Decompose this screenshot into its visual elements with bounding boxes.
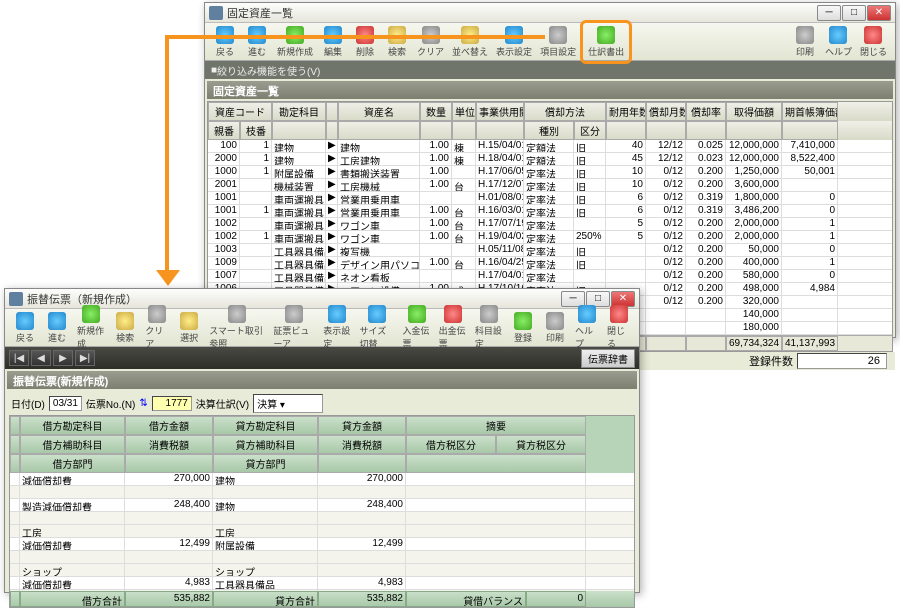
- table-row[interactable]: 1001建物▶建物1.00棟H.15/04/01定額法旧4012/120.025…: [208, 140, 892, 153]
- titlebar: 固定資産一覧 ─ □ ✕: [205, 3, 895, 23]
- table-row[interactable]: 工房工房: [10, 525, 634, 538]
- table-row[interactable]: 1007工具器具備品▶ネオン看板H.17/04/01定率法0/120.20058…: [208, 270, 892, 283]
- register-button[interactable]: 登録: [507, 310, 539, 346]
- table-row[interactable]: 10001附属設備▶書類搬送装置1.00H.17/06/05定率法旧100/12…: [208, 166, 892, 179]
- sort-button[interactable]: 並べ替え: [448, 24, 492, 60]
- table-row[interactable]: 製造減価償却費248,400建物248,400: [10, 499, 634, 512]
- panel-header: 固定資産一覧: [207, 81, 893, 99]
- print-button[interactable]: 印刷: [789, 24, 821, 60]
- app-icon: [9, 292, 23, 306]
- status-label: 登録件数: [749, 353, 793, 369]
- items-button[interactable]: 項目設定: [536, 24, 580, 60]
- display-button[interactable]: 表示設定: [492, 24, 536, 60]
- close-button-tb[interactable]: 閉じる: [603, 303, 635, 352]
- search-button[interactable]: 検索: [109, 310, 141, 346]
- back-button[interactable]: 戻る: [9, 310, 41, 346]
- search-button[interactable]: 検索: [381, 24, 413, 60]
- grid-header: 資産コード 勘定科目 資産名 数量 単位 事業供用開始日 償却方法 耐用年数 償…: [208, 102, 892, 121]
- panel-header: 振替伝票(新規作成): [7, 371, 637, 389]
- forward-button[interactable]: 進む: [41, 310, 73, 346]
- app-icon: [209, 6, 223, 20]
- toolbar: 戻る 進む 新規作成 編集 削除 検索 クリア 並べ替え 表示設定 項目設定 仕…: [205, 23, 895, 61]
- grid-header-2: 借方補助科目 消費税額 貸方補助科目 消費税額 借方税区分 貸方税区分: [10, 435, 634, 454]
- help-button[interactable]: ヘルプ: [571, 303, 603, 352]
- filter-bar[interactable]: ■ 絞り込み機能を使う(V): [205, 61, 895, 79]
- table-row[interactable]: 1003工具器具備品▶複写機H.05/11/08定率法旧0/120.20050,…: [208, 244, 892, 257]
- date-field[interactable]: 03/31: [49, 396, 82, 411]
- table-row[interactable]: 1009工具器具備品▶デザイン用パソコン1.00台H.16/04/25定率法旧0…: [208, 257, 892, 270]
- display-button[interactable]: 表示設定: [319, 303, 355, 352]
- arrow-head-icon: [156, 270, 180, 286]
- grid-header-2: 親番 枝番 種別 区分: [208, 121, 892, 140]
- journal-window: 振替伝票（新規作成） ─ □ ✕ 戻る 進む 新規作成 検索 クリア 選択 スマ…: [4, 288, 640, 593]
- back-button[interactable]: 戻る: [209, 24, 241, 60]
- close-button-tb[interactable]: 閉じる: [856, 24, 891, 60]
- print-button[interactable]: 印刷: [539, 310, 571, 346]
- table-row[interactable]: 減価償却費12,499附属設備12,499: [10, 538, 634, 551]
- grid-body[interactable]: 減価償却費270,000建物270,000 製造減価償却費248,400建物248…: [10, 473, 634, 591]
- new-button[interactable]: 新規作成: [73, 303, 109, 352]
- delete-button[interactable]: 削除: [349, 24, 381, 60]
- cashout-button[interactable]: 出金伝票: [435, 303, 471, 352]
- help-button[interactable]: ヘルプ: [821, 24, 856, 60]
- table-row[interactable]: 減価償却費4,983工具器具備品4,983: [10, 577, 634, 590]
- grid-header-3: 借方部門 貸方部門: [10, 454, 634, 473]
- forward-button[interactable]: 進む: [241, 24, 273, 60]
- size-button[interactable]: サイズ切替: [355, 303, 398, 352]
- table-row[interactable]: 1001車両運搬具▶営業用乗用車H.01/08/01定率法旧60/120.319…: [208, 192, 892, 205]
- table-row[interactable]: 2001機械装置▶工房機械1.00台H.17/12/07定率法旧100/120.…: [208, 179, 892, 192]
- edit-button[interactable]: 編集: [317, 24, 349, 60]
- arrow-horizontal: [165, 35, 545, 39]
- table-row[interactable]: 減価償却費270,000建物270,000: [10, 473, 634, 486]
- minimize-button[interactable]: ─: [817, 5, 841, 21]
- select-button[interactable]: 選択: [173, 310, 205, 346]
- last-button[interactable]: ▶|: [75, 350, 95, 366]
- item-button[interactable]: 科目設定: [471, 303, 507, 352]
- record-count: 26: [797, 353, 887, 369]
- grid-header: 借方勘定科目 借方金額 貸方勘定科目 貸方金額 摘要: [10, 416, 634, 435]
- clear-button[interactable]: クリア: [141, 303, 173, 352]
- no-label: 伝票No.(N): [86, 396, 135, 411]
- table-row[interactable]: ショップショップ: [10, 564, 634, 577]
- cashin-button[interactable]: 入金伝票: [398, 303, 434, 352]
- table-row[interactable]: 10011車両運搬具▶営業用乗用車1.00台H.16/03/01定率法旧60/1…: [208, 205, 892, 218]
- arrow-vertical: [165, 35, 169, 273]
- kessan-select[interactable]: 決算 ▾: [253, 394, 323, 413]
- journal-export-button[interactable]: 仕訳書出: [584, 24, 628, 60]
- table-row[interactable]: 1002車両運搬具▶ワゴン車1.00台H.17/07/19定率法50/120.2…: [208, 218, 892, 231]
- grid-footer: 借方合計 535,882 貸方合計 535,882 貸借バランス 0: [10, 591, 634, 607]
- evidence-button[interactable]: 証票ビューア: [269, 303, 319, 352]
- clear-button[interactable]: クリア: [413, 24, 448, 60]
- smart-button[interactable]: スマート取引参照: [205, 303, 269, 352]
- window-title: 固定資産一覧: [227, 5, 817, 21]
- maximize-button[interactable]: □: [842, 5, 866, 21]
- export-highlight: 仕訳書出: [580, 20, 632, 64]
- prev-button[interactable]: ◀: [31, 350, 51, 366]
- journal-grid: 借方勘定科目 借方金額 貸方勘定科目 貸方金額 摘要 借方補助科目 消費税額 貸…: [9, 415, 635, 608]
- kessan-label: 決算仕訳(V): [196, 396, 249, 411]
- toolbar: 戻る 進む 新規作成 検索 クリア 選択 スマート取引参照 証票ビューア 表示設…: [5, 309, 639, 347]
- form-row: 日付(D) 03/31 伝票No.(N) ⇅ 1777 決算仕訳(V) 決算 ▾: [5, 391, 639, 415]
- first-button[interactable]: |◀: [9, 350, 29, 366]
- table-row[interactable]: 20001建物▶工房建物1.00棟H.18/04/01定額法旧4512/120.…: [208, 153, 892, 166]
- close-button[interactable]: ✕: [867, 5, 891, 21]
- table-row[interactable]: 10021車両運搬具▶ワゴン車1.00台H.19/04/02定率法250%50/…: [208, 231, 892, 244]
- voucher-no-field[interactable]: 1777: [152, 396, 192, 411]
- new-button[interactable]: 新規作成: [273, 24, 317, 60]
- date-label: 日付(D): [11, 396, 45, 411]
- dictionary-button[interactable]: 伝票辞書: [581, 349, 635, 368]
- next-button[interactable]: ▶: [53, 350, 73, 366]
